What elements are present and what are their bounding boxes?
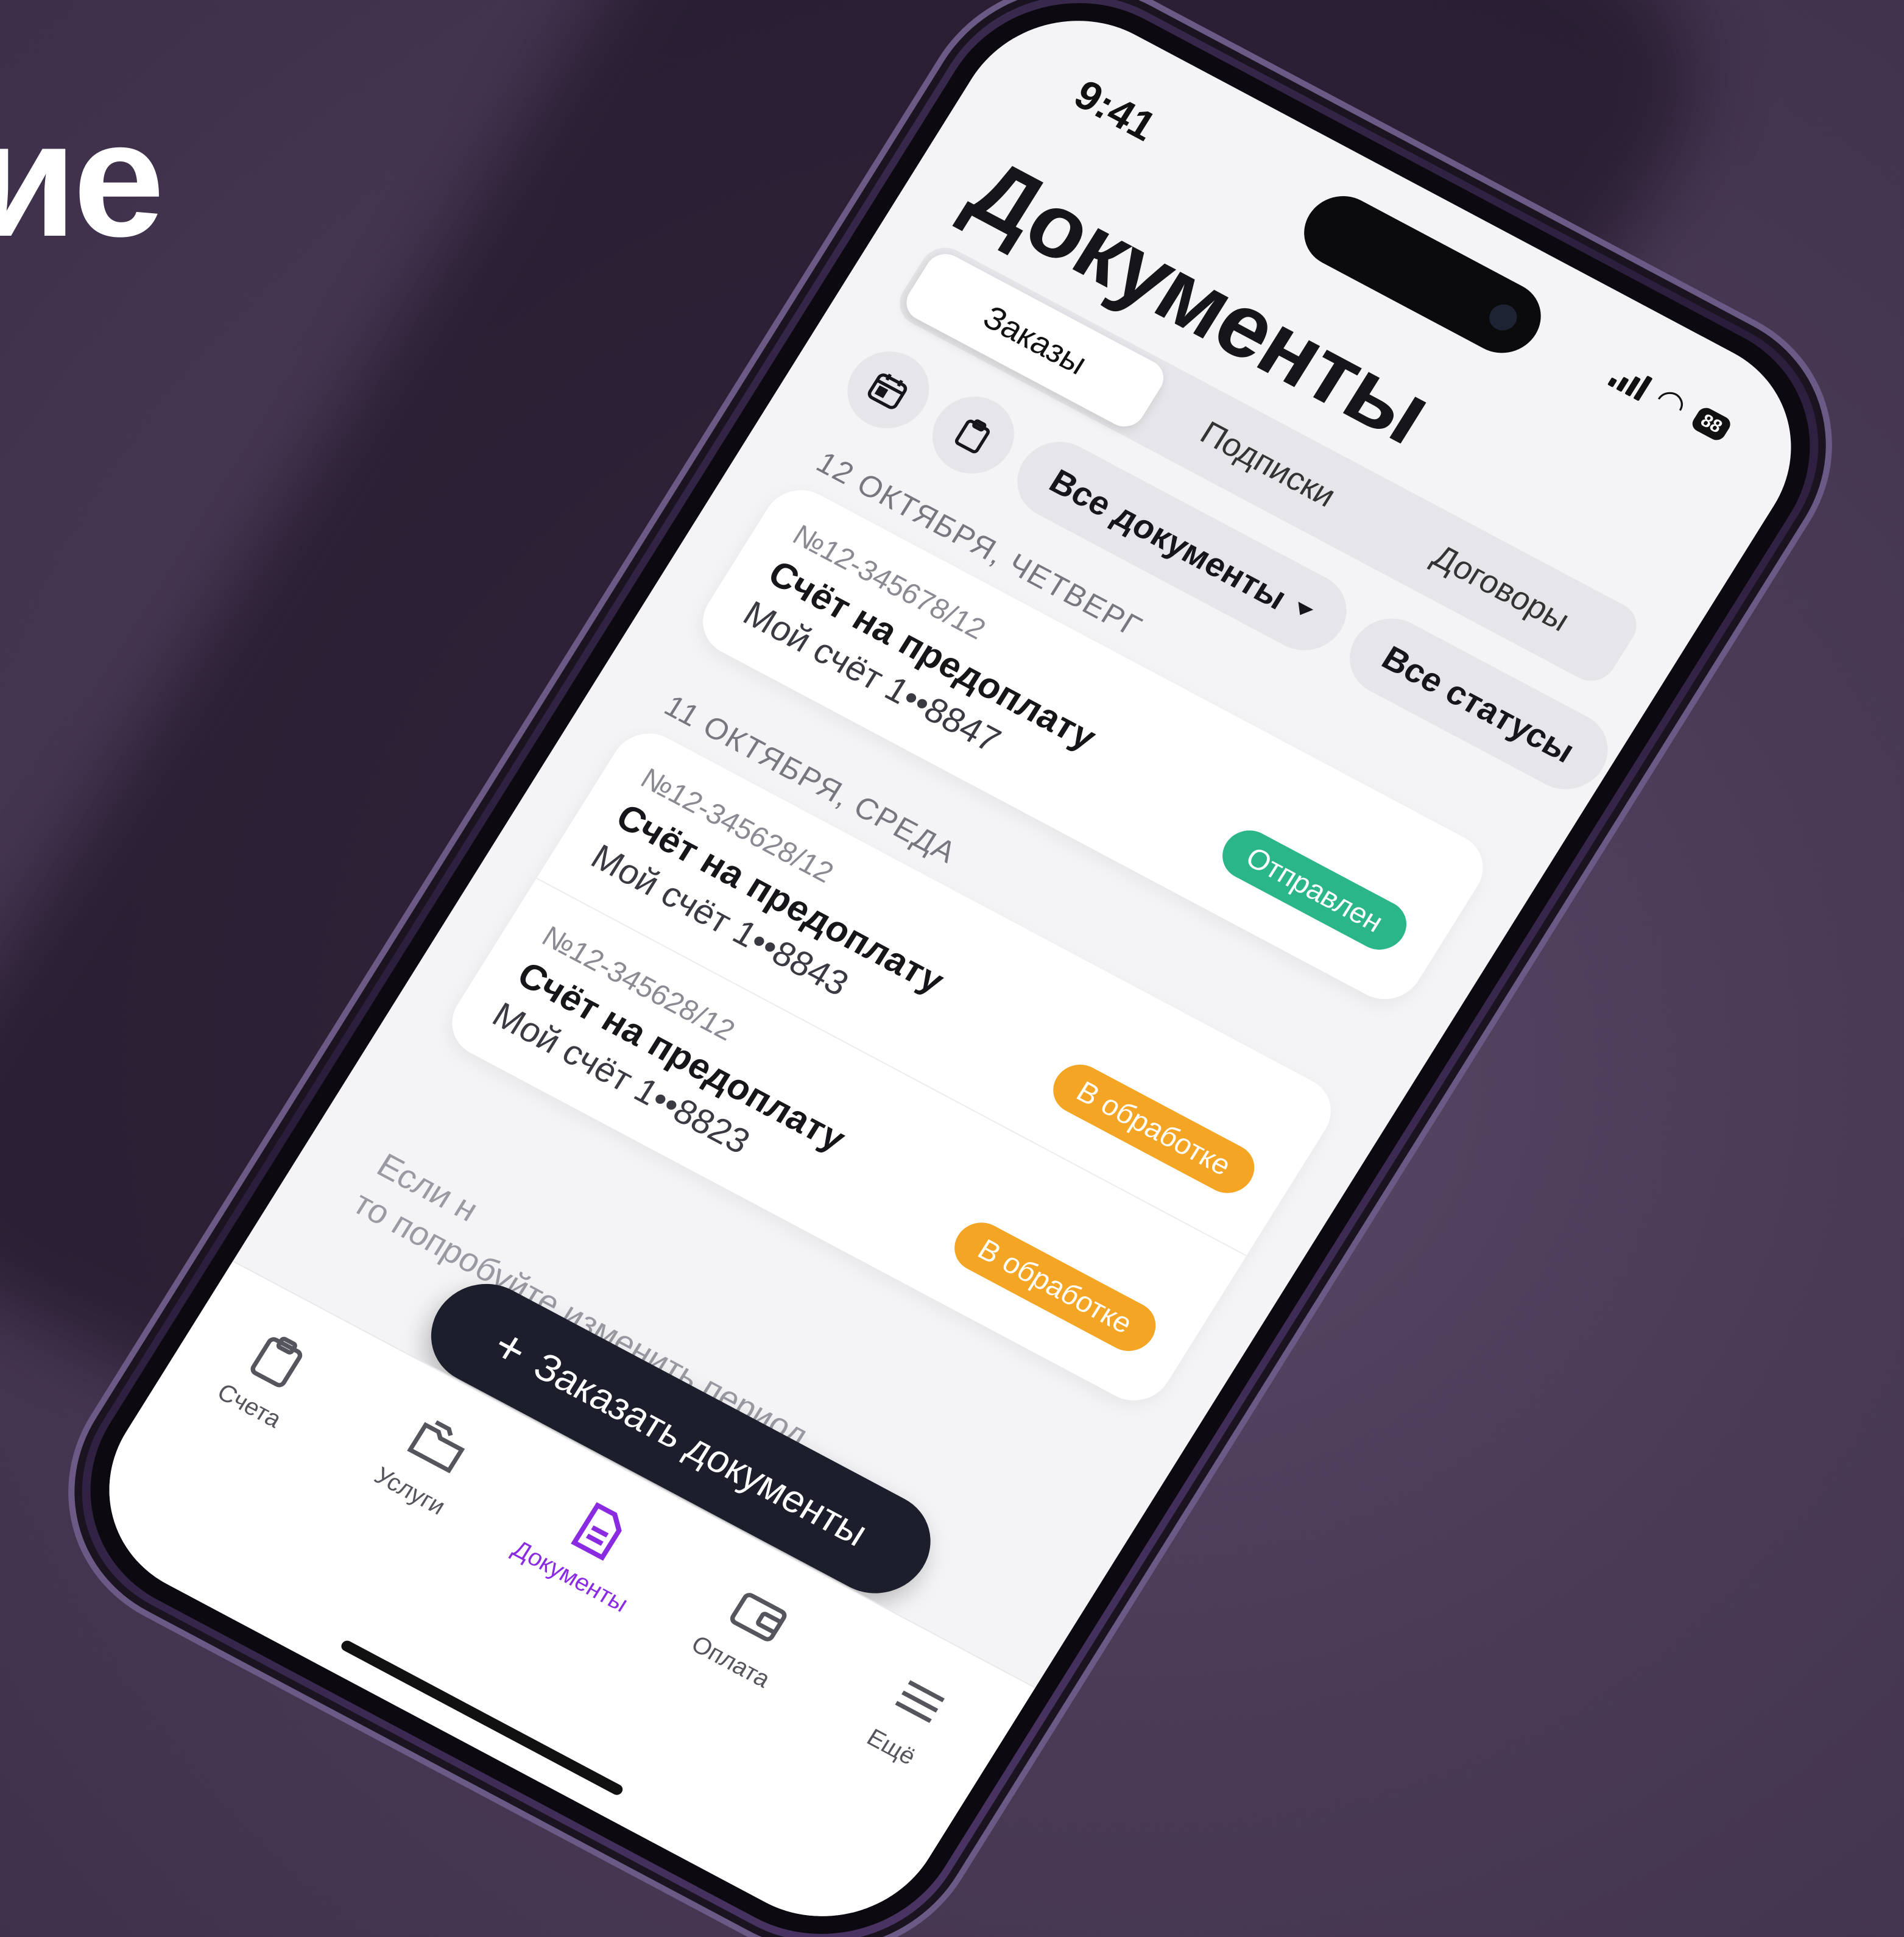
menu-icon: [895, 1680, 945, 1723]
clipboard-filter-button[interactable]: [917, 383, 1029, 488]
clipboard-icon: [250, 1336, 303, 1388]
plus-icon: +: [484, 1318, 538, 1378]
status-icons: ◠ 88: [1606, 358, 1736, 446]
calendar-filter-button[interactable]: [832, 337, 945, 442]
signal-icon: [1607, 361, 1654, 401]
tab-label: Ещё: [862, 1724, 921, 1771]
folder-icon: [406, 1420, 465, 1473]
background-headline: ие: [0, 88, 164, 271]
calendar-icon: [867, 373, 908, 409]
camera-lens: [1484, 300, 1522, 336]
chevron-down-icon: [1292, 601, 1314, 619]
clipboard-icon: [954, 419, 990, 454]
document-icon: [571, 1502, 622, 1561]
wifi-icon: ◠: [1648, 379, 1694, 426]
wallet-icon: [730, 1593, 787, 1642]
status-time: 9:41: [1066, 71, 1165, 150]
battery-icon: 88: [1689, 404, 1734, 443]
